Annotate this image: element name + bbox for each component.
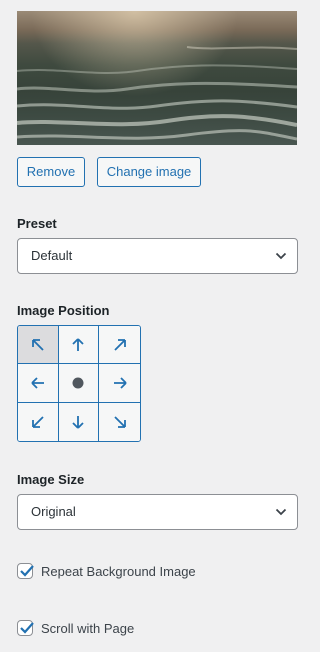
position-right[interactable]: [99, 364, 140, 403]
preset-value: Default: [31, 248, 73, 263]
image-size-select[interactable]: Original: [17, 494, 298, 530]
arrow-down-left-icon: [31, 416, 44, 428]
arrow-down-icon: [72, 415, 85, 429]
scroll-with-page-option: Scroll with Page: [17, 620, 134, 636]
preset-select[interactable]: Default: [17, 238, 298, 274]
remove-button[interactable]: Remove: [17, 157, 85, 187]
arrow-up-left-icon: [31, 338, 44, 351]
position-bottom[interactable]: [58, 402, 100, 441]
image-size-label: Image Size: [17, 472, 85, 487]
scroll-with-page-checkbox[interactable]: [17, 620, 34, 636]
position-left[interactable]: [18, 364, 59, 403]
checkmark-icon: [20, 622, 34, 634]
arrow-left-icon: [31, 377, 44, 389]
arrow-down-right-icon: [114, 416, 126, 428]
chevron-down-icon: [275, 252, 287, 260]
arrow-up-right-icon: [114, 338, 126, 351]
arrow-up-icon: [72, 338, 85, 351]
chevron-down-icon: [275, 508, 287, 516]
repeat-background-label: Repeat Background Image: [41, 563, 196, 579]
image-position-label: Image Position: [17, 303, 110, 318]
position-center[interactable]: [58, 364, 100, 403]
repeat-background-option: Repeat Background Image: [17, 563, 196, 579]
background-image-preview: [17, 11, 297, 145]
preset-label: Preset: [17, 216, 57, 231]
repeat-background-checkbox[interactable]: [17, 563, 34, 579]
change-image-button[interactable]: Change image: [97, 157, 201, 187]
position-bottom-left[interactable]: [18, 402, 59, 441]
position-top-left[interactable]: [18, 326, 59, 365]
image-size-value: Original: [31, 504, 76, 519]
arrow-right-icon: [113, 377, 127, 389]
position-top[interactable]: [58, 326, 100, 365]
checkmark-icon: [20, 565, 34, 577]
dot-icon: [72, 377, 84, 389]
image-position-grid: [17, 325, 141, 442]
scroll-with-page-label: Scroll with Page: [41, 620, 135, 636]
position-top-right[interactable]: [99, 326, 140, 365]
position-bottom-right[interactable]: [99, 402, 140, 441]
